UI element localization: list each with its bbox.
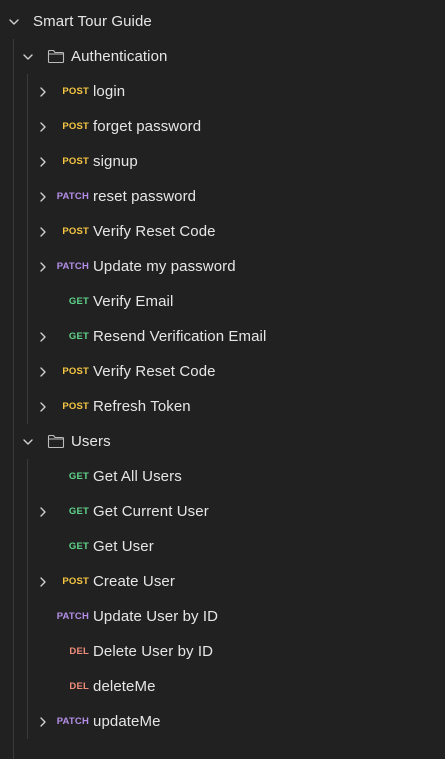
method-badge: POST [62, 86, 89, 97]
chevron-right-icon[interactable] [37, 401, 49, 413]
request-name: reset password [93, 188, 197, 205]
method-badge: DEL [69, 646, 89, 657]
request-row[interactable]: POST signup [0, 144, 445, 179]
chevron-right-icon[interactable] [37, 261, 49, 273]
request-list: GET Get All Users GET Get Current User GET Ge… [0, 459, 445, 739]
request-name: forget password [93, 118, 202, 135]
method-badge: DEL [69, 681, 89, 692]
chevron-down-icon[interactable] [8, 16, 20, 28]
request-name: Verify Reset Code [93, 223, 216, 240]
method-badge: GET [68, 471, 89, 482]
request-name: deleteMe [93, 678, 156, 695]
method-badge: PATCH [56, 611, 89, 622]
chevron-right-icon[interactable] [37, 331, 49, 343]
folder-row[interactable]: Users [0, 424, 445, 459]
request-row[interactable]: GET Resend Verification Email [0, 319, 445, 354]
request-name: Get All Users [93, 468, 182, 485]
chevron-down-icon[interactable] [22, 51, 34, 63]
request-row[interactable]: POST Refresh Token [0, 389, 445, 424]
method-badge: POST [62, 226, 89, 237]
request-row[interactable]: POST forget password [0, 109, 445, 144]
request-row[interactable]: PATCH reset password [0, 179, 445, 214]
request-row[interactable]: PATCH updateMe [0, 704, 445, 739]
request-row[interactable]: POST Verify Reset Code [0, 354, 445, 389]
folder-icon [47, 49, 65, 65]
request-row[interactable]: PATCH Update User by ID [0, 599, 445, 634]
method-badge: GET [68, 541, 89, 552]
method-badge: POST [62, 156, 89, 167]
folder-name: Authentication [71, 48, 168, 65]
request-name: signup [93, 153, 138, 170]
request-name: Get Current User [93, 503, 209, 520]
method-badge: POST [62, 121, 89, 132]
folder-name: Users [71, 433, 111, 450]
folder-list: Authentication POST login POST forget passwo… [0, 39, 445, 739]
method-badge: POST [62, 366, 89, 377]
request-row[interactable]: GET Verify Email [0, 284, 445, 319]
request-row[interactable]: DEL deleteMe [0, 669, 445, 704]
chevron-right-icon[interactable] [37, 86, 49, 98]
method-badge: PATCH [56, 261, 89, 272]
method-badge: PATCH [56, 191, 89, 202]
request-name: Update my password [93, 258, 236, 275]
chevron-right-icon[interactable] [37, 226, 49, 238]
method-badge: GET [68, 331, 89, 342]
collection-tree: Smart Tour Guide Authentication POST login… [0, 4, 445, 759]
chevron-right-icon[interactable] [37, 506, 49, 518]
request-row[interactable]: GET Get Current User [0, 494, 445, 529]
request-row[interactable]: GET Get User [0, 529, 445, 564]
request-name: login [93, 83, 126, 100]
method-badge: POST [62, 576, 89, 587]
chevron-right-icon[interactable] [37, 156, 49, 168]
method-badge: POST [62, 401, 89, 412]
request-name: Refresh Token [93, 398, 191, 415]
request-name: Verify Reset Code [93, 363, 216, 380]
chevron-right-icon[interactable] [37, 576, 49, 588]
folder-row[interactable]: Authentication [0, 39, 445, 74]
request-name: Create User [93, 573, 175, 590]
request-name: Get User [93, 538, 154, 555]
request-list: POST login POST forget password POST signup PA… [0, 74, 445, 424]
collection-row[interactable]: Smart Tour Guide [0, 4, 445, 39]
folder-icon [47, 434, 65, 450]
request-row[interactable]: POST Verify Reset Code [0, 214, 445, 249]
method-badge: PATCH [56, 716, 89, 727]
chevron-right-icon[interactable] [37, 716, 49, 728]
chevron-right-icon[interactable] [37, 121, 49, 133]
collection-name: Smart Tour Guide [33, 13, 152, 30]
request-row[interactable]: DEL Delete User by ID [0, 634, 445, 669]
request-name: updateMe [93, 713, 161, 730]
chevron-right-icon[interactable] [37, 191, 49, 203]
request-row[interactable]: POST Create User [0, 564, 445, 599]
chevron-down-icon[interactable] [22, 436, 34, 448]
request-name: Verify Email [93, 293, 174, 310]
method-badge: GET [68, 506, 89, 517]
request-name: Delete User by ID [93, 643, 214, 660]
request-name: Update User by ID [93, 608, 219, 625]
request-row[interactable]: POST login [0, 74, 445, 109]
chevron-right-icon[interactable] [37, 366, 49, 378]
request-name: Resend Verification Email [93, 328, 267, 345]
method-badge: GET [68, 296, 89, 307]
request-row[interactable]: GET Get All Users [0, 459, 445, 494]
request-row[interactable]: PATCH Update my password [0, 249, 445, 284]
